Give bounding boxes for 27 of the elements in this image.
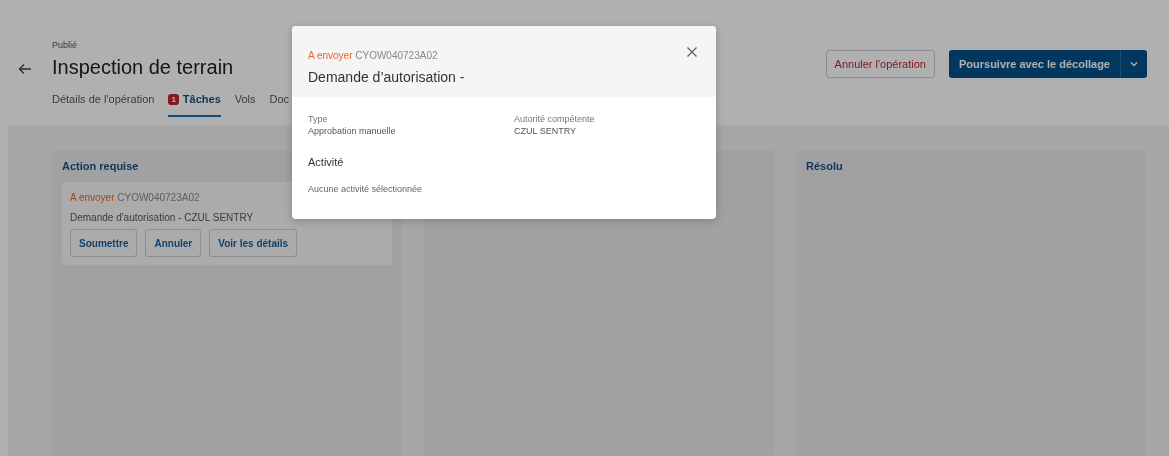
tab[interactable]: Détails de l'opération [52, 93, 155, 117]
field-label: Type [308, 114, 329, 124]
empty-message: Aucune activité sélectionnée [308, 184, 424, 194]
task-code: A envoyer CYOW040723A02 [308, 50, 438, 61]
dialog-title: Demande d’autorisation - [308, 69, 466, 85]
column-title: Action requise [62, 160, 139, 172]
field-value: CZUL SENTRY [514, 126, 577, 136]
status-label: Publié [52, 40, 79, 50]
tab[interactable]: Vols [234, 93, 256, 117]
field-label: Autorité compétente [514, 114, 596, 124]
field-value: Approbation manuelle [308, 126, 397, 136]
column-title: Résolu [806, 160, 843, 172]
card-button[interactable]: Soumettre [70, 229, 138, 257]
back-arrow-icon[interactable] [18, 62, 32, 76]
task-description: Demande d'autorisation - CZUL SENTRY [70, 212, 255, 223]
tab[interactable]: Doc [269, 93, 290, 117]
card-button[interactable]: Voir les détails [209, 229, 298, 257]
page-title: Inspection de terrain [52, 56, 234, 79]
count-badge: 1 [168, 93, 179, 105]
tab[interactable]: 1 Tâches [168, 93, 221, 117]
section-title: Activité [308, 156, 345, 168]
caret-icon[interactable] [1130, 61, 1138, 67]
continue-button[interactable]: Poursuivre avec le décollage [948, 50, 1147, 78]
task-code: A envoyer CYOW040723A02 [70, 192, 201, 203]
close-icon[interactable] [686, 46, 698, 58]
cancel-operation-button[interactable]: Annuler l'opération [825, 50, 935, 78]
card-button[interactable]: Annuler [145, 229, 202, 257]
